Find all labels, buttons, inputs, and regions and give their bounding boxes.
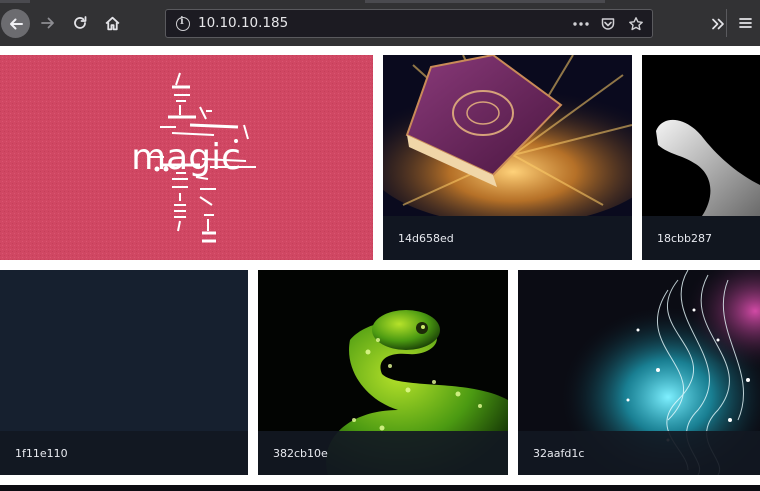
glowing-book-image: [383, 55, 632, 216]
home-icon: [105, 16, 119, 30]
gallery-tile-magic[interactable]: magic: [0, 55, 373, 260]
double-chevron-right-icon: [712, 18, 724, 30]
tab-strip-edge: [365, 0, 605, 3]
reload-icon: [74, 16, 87, 29]
arrow-left-icon: [9, 18, 23, 29]
url-text[interactable]: 10.10.10.185: [198, 15, 288, 31]
home-button[interactable]: [101, 11, 123, 35]
tile-caption-text: 18cbb287: [657, 232, 713, 245]
gallery-tile-hand[interactable]: 18cbb287: [642, 55, 760, 260]
arrow-right-icon: [41, 17, 54, 29]
gallery-tile-snake[interactable]: 382cb10e: [258, 270, 508, 475]
back-button[interactable]: [1, 9, 30, 38]
site-info-icon[interactable]: [176, 16, 190, 31]
tile-caption-text: 382cb10e: [273, 447, 328, 460]
tile-caption-text: 32aafd1c: [533, 447, 585, 460]
white-hand-image: [642, 55, 760, 216]
page-content: magic 14d658ed 18cbb287 1f11e110 382cb10…: [0, 46, 760, 491]
more-dots-icon: [573, 22, 589, 26]
pocket-icon: [601, 18, 615, 30]
tile-caption-text: 14d658ed: [398, 232, 454, 245]
gallery-tile-swirls[interactable]: 32aafd1c: [518, 270, 760, 475]
overflow-menu-button[interactable]: [710, 13, 726, 35]
magic-word-text: magic: [131, 137, 241, 178]
reload-button[interactable]: [69, 11, 91, 35]
tile-caption: 18cbb287: [642, 216, 760, 260]
tile-caption-text: 1f11e110: [15, 447, 68, 460]
page-actions-button[interactable]: [571, 14, 591, 34]
toolbar-separator: [726, 9, 727, 37]
tile-caption: 382cb10e: [258, 431, 508, 475]
tile-caption: 32aafd1c: [518, 431, 760, 475]
bookmark-button[interactable]: [626, 14, 646, 34]
pocket-button[interactable]: [598, 14, 618, 34]
hamburger-icon: [738, 18, 752, 28]
star-icon: [629, 17, 643, 31]
url-bar[interactable]: 10.10.10.185: [165, 9, 653, 38]
forward-button[interactable]: [37, 11, 59, 35]
next-row-edge: [0, 485, 760, 491]
magic-word-art-image: magic: [0, 55, 373, 260]
tile-caption: 1f11e110: [0, 431, 248, 475]
tab-strip-edge: [0, 0, 30, 3]
gallery-tile-dark[interactable]: 1f11e110: [0, 270, 248, 475]
browser-toolbar: 10.10.10.185: [0, 0, 760, 46]
app-menu-button[interactable]: [738, 13, 752, 33]
gallery-tile-book[interactable]: 14d658ed: [383, 55, 632, 260]
tile-caption: 14d658ed: [383, 216, 632, 260]
